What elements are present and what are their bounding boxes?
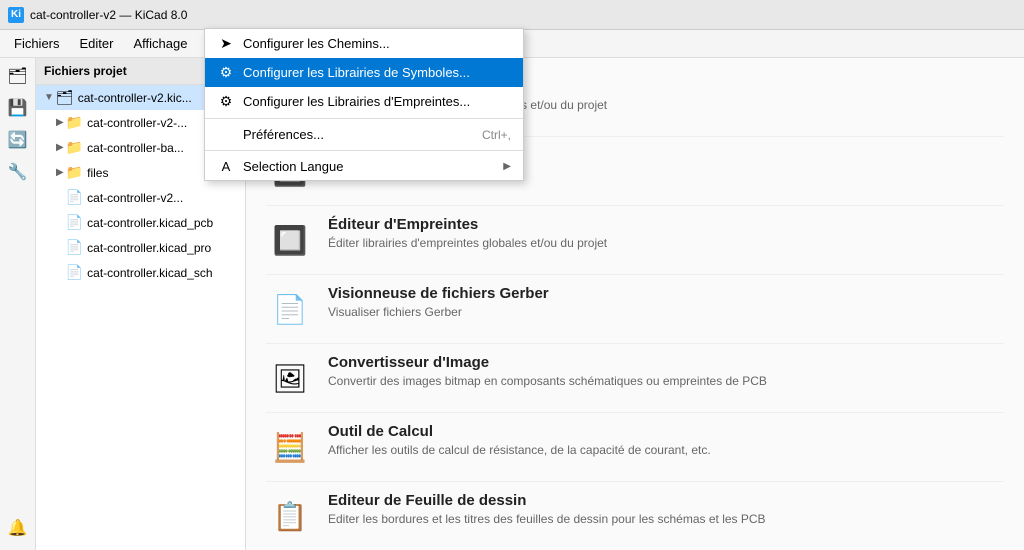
menu-affichage[interactable]: Affichage (123, 32, 197, 55)
dropdown-separator-2 (205, 150, 523, 151)
tree-item-5[interactable]: ▶ 📄 cat-controller.kicad_pcb (36, 210, 245, 235)
dropdown-item-language[interactable]: A Selection Langue ▶ (205, 153, 523, 180)
language-icon: A (217, 159, 235, 174)
title-bar: Ki cat-controller-v2 — KiCad 8.0 (0, 0, 1024, 30)
configure-footprint-libs-label: Configurer les Librairies d'Empreintes..… (243, 94, 470, 109)
preferences-dropdown-menu: ➤ Configurer les Chemins... ⚙ Configurer… (204, 28, 524, 181)
dropdown-item-preferences[interactable]: Préférences... Ctrl+, (205, 121, 523, 148)
tree-item-6[interactable]: ▶ 📄 cat-controller.kicad_pro (36, 235, 245, 260)
dropdown-separator-1 (205, 118, 523, 119)
content-item-gerber-viewer[interactable]: 📄 Visionneuse de fichiers Gerber Visuali… (266, 275, 1004, 344)
left-toolbar: 🗂 💾 🔄 🔧 🔔 (0, 58, 36, 550)
drawing-sheet-editor-icon: 📋 (266, 492, 314, 540)
content-item-calc-tool[interactable]: 🧮 Outil de Calcul Afficher les outils de… (266, 413, 1004, 482)
tree-item-7[interactable]: ▶ 📄 cat-controller.kicad_sch (36, 260, 245, 285)
menu-editer[interactable]: Editer (70, 32, 124, 55)
dropdown-item-configure-paths[interactable]: ➤ Configurer les Chemins... (205, 29, 523, 58)
preferences-shortcut: Ctrl+, (482, 128, 511, 142)
toolbar-btn-save[interactable]: 💾 (4, 94, 32, 122)
image-converter-title: Convertisseur d'Image (328, 354, 1004, 371)
dropdown-item-configure-footprint-libs[interactable]: ⚙ Configurer les Librairies d'Empreintes… (205, 87, 523, 116)
drawing-sheet-editor-desc: Editer les bordures et les titres des fe… (328, 512, 1004, 526)
gerber-viewer-title: Visionneuse de fichiers Gerber (328, 285, 1004, 302)
footprint-editor-desc: Éditer librairies d'empreintes globales … (328, 236, 1004, 250)
content-item-drawing-sheet-editor[interactable]: 📋 Editeur de Feuille de dessin Editer le… (266, 482, 1004, 550)
language-submenu-arrow: ▶ (503, 161, 511, 172)
configure-symbol-libs-label: Configurer les Librairies de Symboles... (243, 65, 470, 80)
image-converter-desc: Convertir des images bitmap en composant… (328, 374, 1004, 388)
calc-tool-icon: 🧮 (266, 423, 314, 471)
language-label: Selection Langue (243, 159, 343, 174)
configure-paths-icon: ➤ (217, 35, 235, 52)
toolbar-btn-folder[interactable]: 🗂 (4, 62, 32, 90)
gerber-viewer-desc: Visualiser fichiers Gerber (328, 305, 1004, 319)
toolbar-btn-refresh[interactable]: 🔄 (4, 126, 32, 154)
title-text: cat-controller-v2 — KiCad 8.0 (30, 8, 187, 22)
dropdown-item-configure-symbol-libs[interactable]: ⚙ Configurer les Librairies de Symboles.… (205, 58, 523, 87)
preferences-label: Préférences... (243, 127, 324, 142)
configure-symbol-libs-icon: ⚙ (217, 64, 235, 81)
content-item-image-converter[interactable]: 🖼 Convertisseur d'Image Convertir des im… (266, 344, 1004, 413)
footprint-editor-title: Éditeur d'Empreintes (328, 216, 1004, 233)
toolbar-btn-settings[interactable]: 🔧 (4, 158, 32, 186)
gerber-viewer-icon: 📄 (266, 285, 314, 333)
calc-tool-title: Outil de Calcul (328, 423, 1004, 440)
app-icon: Ki (8, 7, 24, 23)
footprint-editor-icon: 🔲 (266, 216, 314, 264)
menu-fichiers[interactable]: Fichiers (4, 32, 70, 55)
tree-item-4[interactable]: ▶ 📄 cat-controller-v2... (36, 185, 245, 210)
image-converter-icon: 🖼 (266, 354, 314, 402)
content-item-footprint-editor[interactable]: 🔲 Éditeur d'Empreintes Éditer librairies… (266, 206, 1004, 275)
toolbar-btn-alert[interactable]: 🔔 (4, 514, 32, 542)
configure-paths-label: Configurer les Chemins... (243, 36, 390, 51)
drawing-sheet-editor-title: Editeur de Feuille de dessin (328, 492, 1004, 509)
configure-footprint-libs-icon: ⚙ (217, 93, 235, 110)
calc-tool-desc: Afficher les outils de calcul de résista… (328, 443, 1004, 457)
